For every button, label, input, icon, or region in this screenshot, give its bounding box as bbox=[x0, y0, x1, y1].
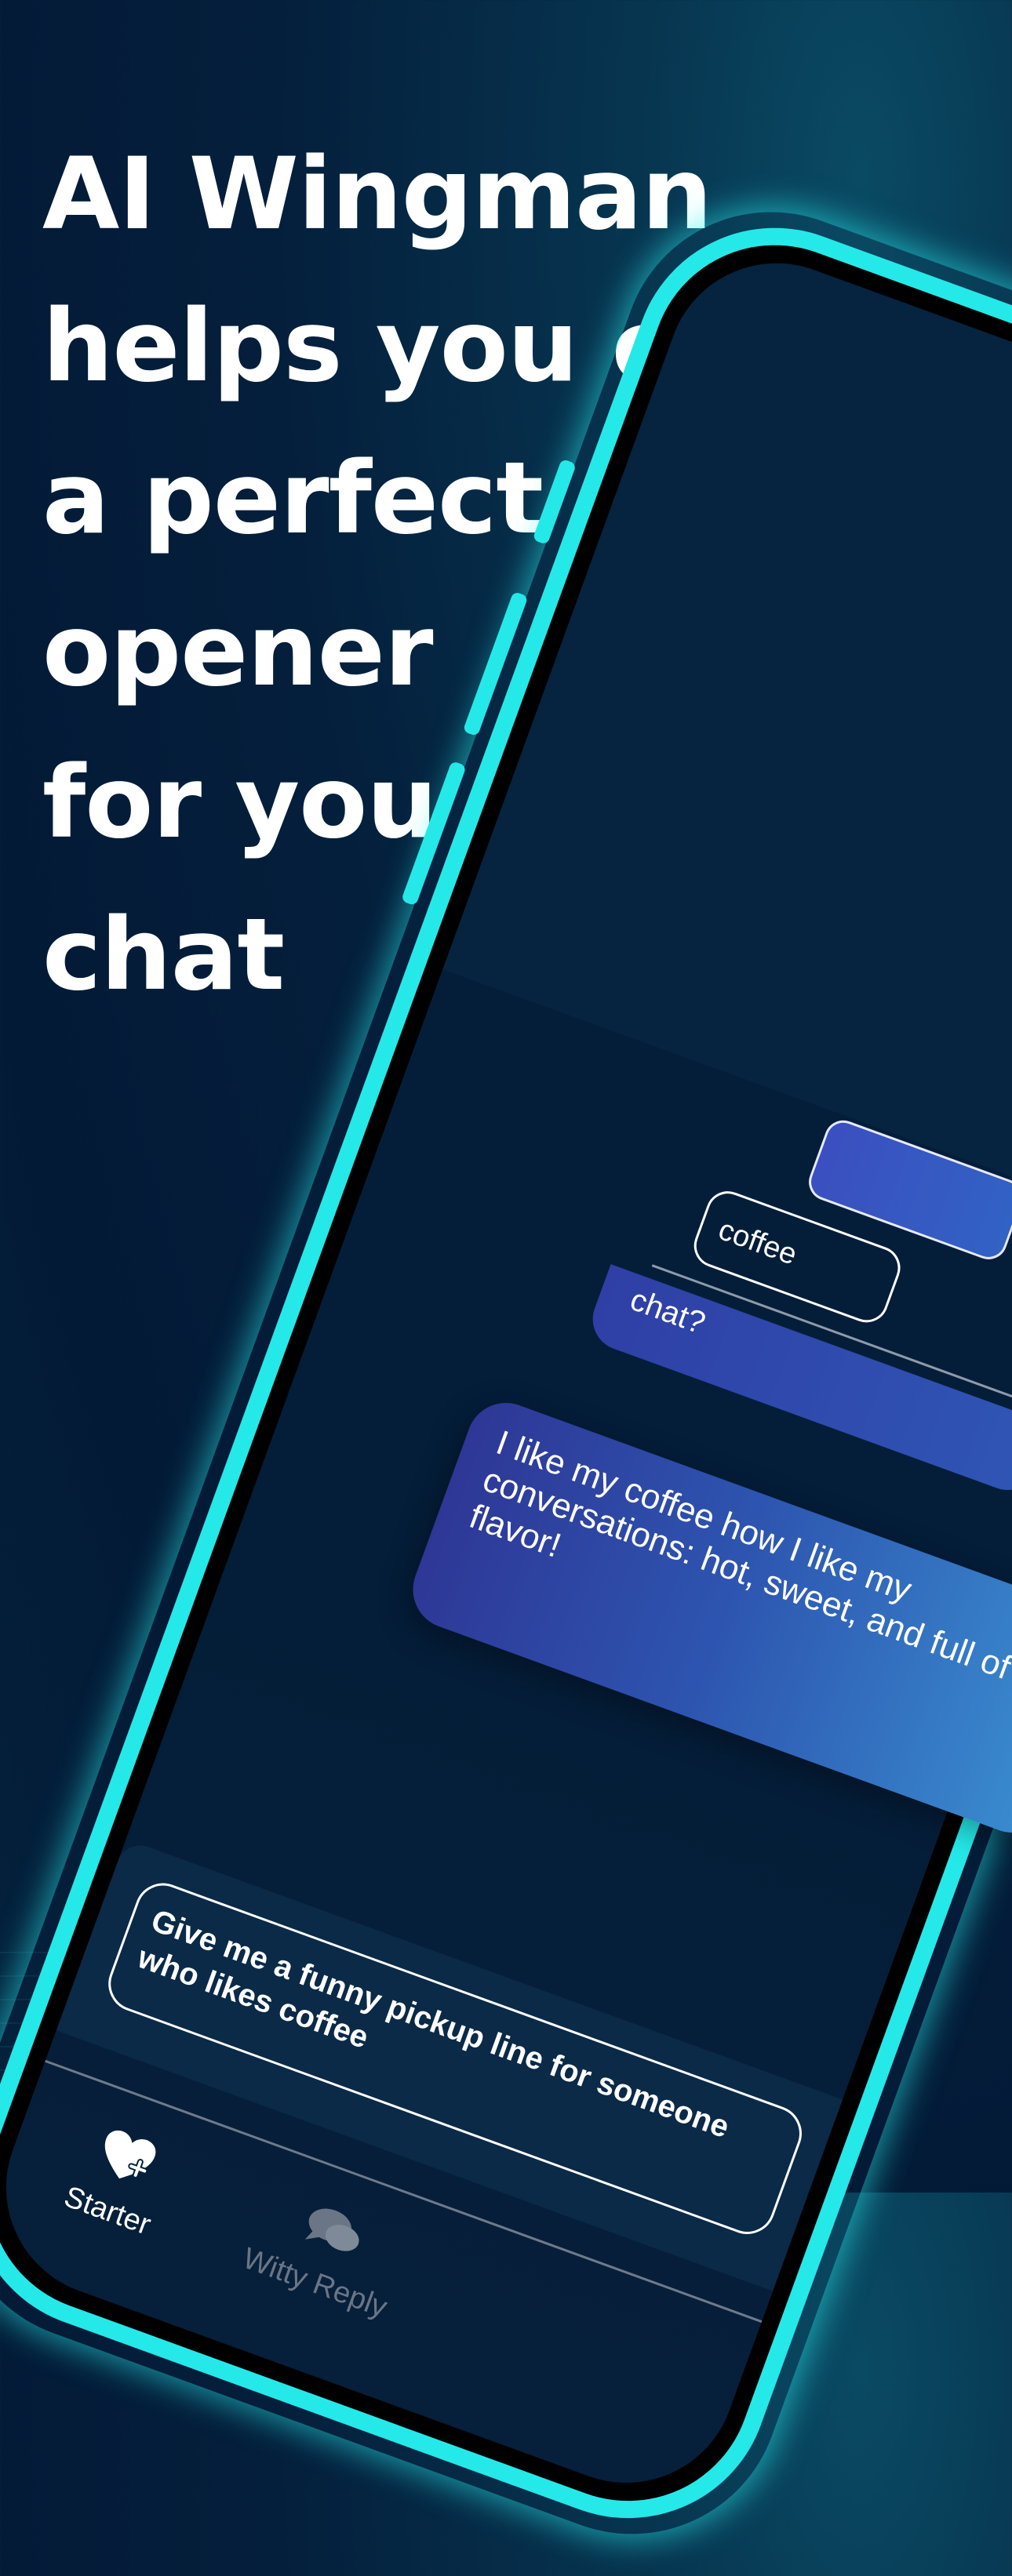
tab-starter[interactable]: Starter bbox=[27, 2107, 209, 2254]
prompt-input-line-1: Give me a funny pickup line for someone bbox=[147, 1903, 734, 2145]
heart-plus-icon bbox=[89, 2125, 161, 2200]
tab-witty-reply[interactable]: Witty Reply bbox=[206, 2172, 445, 2337]
